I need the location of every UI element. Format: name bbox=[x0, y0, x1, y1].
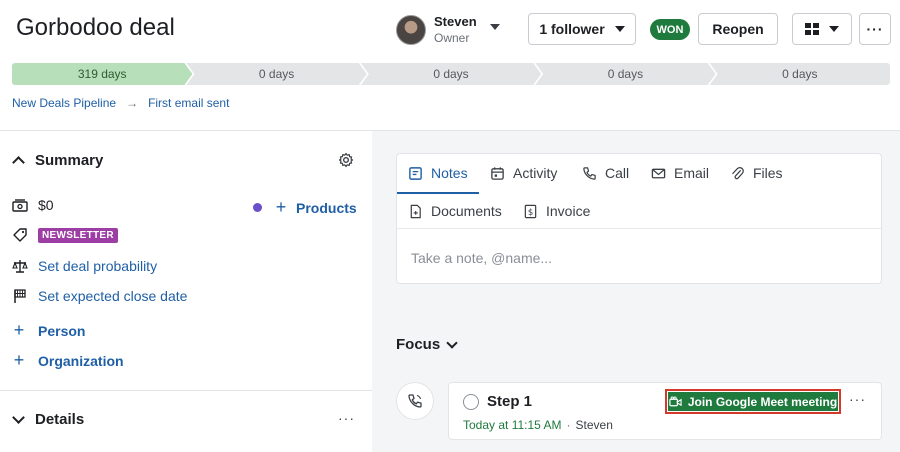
activity-assignee: Steven bbox=[575, 418, 613, 432]
breadcrumb: New Deals Pipeline → First email sent bbox=[12, 96, 229, 110]
note-input[interactable]: Take a note, @name... bbox=[411, 250, 552, 266]
reopen-button[interactable]: Reopen bbox=[698, 13, 778, 45]
tab-label: Call bbox=[605, 165, 630, 181]
tab-activity[interactable]: Activity bbox=[490, 165, 557, 181]
activity-card[interactable]: Step 1 Today at 11:15 AM · Steven Join G… bbox=[448, 382, 882, 440]
owner-selector[interactable]: Steven Owner bbox=[396, 14, 477, 46]
notes-icon bbox=[409, 166, 422, 180]
separator: · bbox=[566, 418, 571, 432]
gear-icon[interactable] bbox=[338, 152, 354, 168]
tab-files[interactable]: Files bbox=[730, 165, 783, 181]
tab-email[interactable]: Email bbox=[651, 165, 709, 181]
organization-label: Organization bbox=[38, 352, 124, 369]
chevron-down-icon bbox=[829, 26, 839, 32]
products-label: Products bbox=[296, 199, 357, 216]
tag-icon[interactable] bbox=[12, 227, 28, 243]
focus-title: Focus bbox=[396, 336, 441, 353]
plus-icon: + bbox=[275, 197, 287, 217]
person-label: Person bbox=[38, 322, 86, 339]
follower-label: 1 follower bbox=[539, 21, 605, 37]
view-toggle-button[interactable] bbox=[792, 13, 852, 45]
tab-invoice[interactable]: $ Invoice bbox=[523, 203, 590, 219]
tab-label: Invoice bbox=[546, 203, 591, 219]
pipeline-stages: 319 days 0 days 0 days 0 days 0 days bbox=[12, 63, 891, 85]
details-title: Details bbox=[35, 411, 85, 428]
paperclip-icon bbox=[732, 166, 744, 179]
tag-row: NEWSLETTER bbox=[12, 227, 118, 243]
phone-icon bbox=[583, 166, 596, 180]
breadcrumb-pipeline-link[interactable]: New Deals Pipeline bbox=[12, 96, 116, 110]
complete-checkbox[interactable] bbox=[463, 394, 479, 410]
chevron-up-icon bbox=[12, 156, 25, 169]
breadcrumb-stage-link[interactable]: First email sent bbox=[148, 96, 229, 110]
invoice-icon: $ bbox=[524, 204, 537, 218]
email-icon bbox=[651, 168, 666, 178]
join-meet-button[interactable]: Join Google Meet meeting bbox=[665, 389, 841, 414]
plus-icon: + bbox=[13, 350, 25, 370]
newsletter-tag[interactable]: NEWSLETTER bbox=[38, 227, 118, 243]
flag-icon bbox=[14, 289, 26, 303]
arrow-right-icon: → bbox=[126, 96, 139, 110]
chevron-down-icon bbox=[614, 26, 625, 32]
close-date-row: Set expected close date bbox=[12, 288, 187, 304]
pipeline-stage[interactable]: 0 days bbox=[361, 63, 541, 85]
calendar-icon bbox=[491, 166, 504, 180]
pipeline-stage[interactable]: 0 days bbox=[709, 63, 891, 85]
plus-icon: + bbox=[13, 320, 25, 340]
details-header[interactable]: Details bbox=[12, 411, 85, 428]
deal-value-row: $0 bbox=[12, 197, 54, 213]
composer-card: Notes Activity Call Email Files Document… bbox=[396, 153, 882, 284]
add-person-row[interactable]: + Person bbox=[12, 320, 86, 341]
more-actions-button[interactable]: ··· bbox=[859, 13, 891, 45]
tab-label: Files bbox=[753, 165, 783, 181]
svg-text:$: $ bbox=[528, 206, 533, 216]
focus-header[interactable]: Focus bbox=[396, 336, 458, 353]
summary-title: Summary bbox=[35, 152, 104, 169]
divider bbox=[397, 228, 881, 229]
chevron-down-icon bbox=[12, 411, 25, 424]
join-meet-label: Join Google Meet meeting bbox=[687, 394, 838, 409]
probability-row: Set deal probability bbox=[12, 258, 157, 274]
add-organization-row[interactable]: + Organization bbox=[12, 350, 124, 371]
tab-label: Documents bbox=[431, 203, 502, 219]
status-dot-icon bbox=[253, 203, 262, 212]
tab-documents[interactable]: Documents bbox=[408, 203, 502, 219]
follower-button[interactable]: 1 follower bbox=[528, 13, 636, 45]
tab-label: Email bbox=[674, 165, 710, 181]
scale-icon bbox=[12, 260, 28, 273]
activity-title[interactable]: Step 1 bbox=[487, 393, 532, 410]
deal-title: Gorbodoo deal bbox=[16, 14, 175, 41]
phone-icon bbox=[408, 394, 422, 408]
active-tab-indicator bbox=[397, 192, 479, 194]
video-icon bbox=[669, 396, 682, 406]
activity-time: Today at 11:15 AM bbox=[463, 418, 562, 432]
activity-meta: Today at 11:15 AM · Steven bbox=[463, 418, 613, 432]
deal-value[interactable]: $0 bbox=[38, 197, 54, 213]
grid-icon bbox=[805, 23, 819, 35]
details-more-button[interactable]: ··· bbox=[338, 410, 355, 426]
summary-header[interactable]: Summary bbox=[12, 152, 104, 169]
tab-notes[interactable]: Notes bbox=[408, 165, 468, 181]
money-icon bbox=[12, 199, 28, 212]
owner-role: Owner bbox=[434, 31, 470, 45]
pipeline-stage[interactable]: 319 days bbox=[12, 63, 192, 85]
owner-name: Steven bbox=[434, 14, 477, 29]
divider bbox=[0, 390, 372, 391]
owner-avatar bbox=[396, 15, 426, 45]
set-close-date-link[interactable]: Set expected close date bbox=[38, 288, 187, 304]
chevron-down-icon bbox=[446, 336, 458, 349]
chevron-down-icon[interactable] bbox=[490, 24, 500, 30]
pipeline-stage[interactable]: 0 days bbox=[535, 63, 715, 85]
activity-more-button[interactable]: ··· bbox=[849, 391, 866, 407]
tab-label: Activity bbox=[513, 165, 558, 181]
pipeline-stage[interactable]: 0 days bbox=[186, 63, 366, 85]
set-probability-link[interactable]: Set deal probability bbox=[38, 258, 157, 274]
status-badge: WON bbox=[650, 19, 690, 40]
document-icon bbox=[410, 204, 421, 218]
tab-call[interactable]: Call bbox=[582, 165, 629, 181]
tab-label: Notes bbox=[431, 165, 468, 181]
products-link[interactable]: + Products bbox=[253, 197, 357, 218]
call-activity-icon bbox=[396, 382, 434, 420]
